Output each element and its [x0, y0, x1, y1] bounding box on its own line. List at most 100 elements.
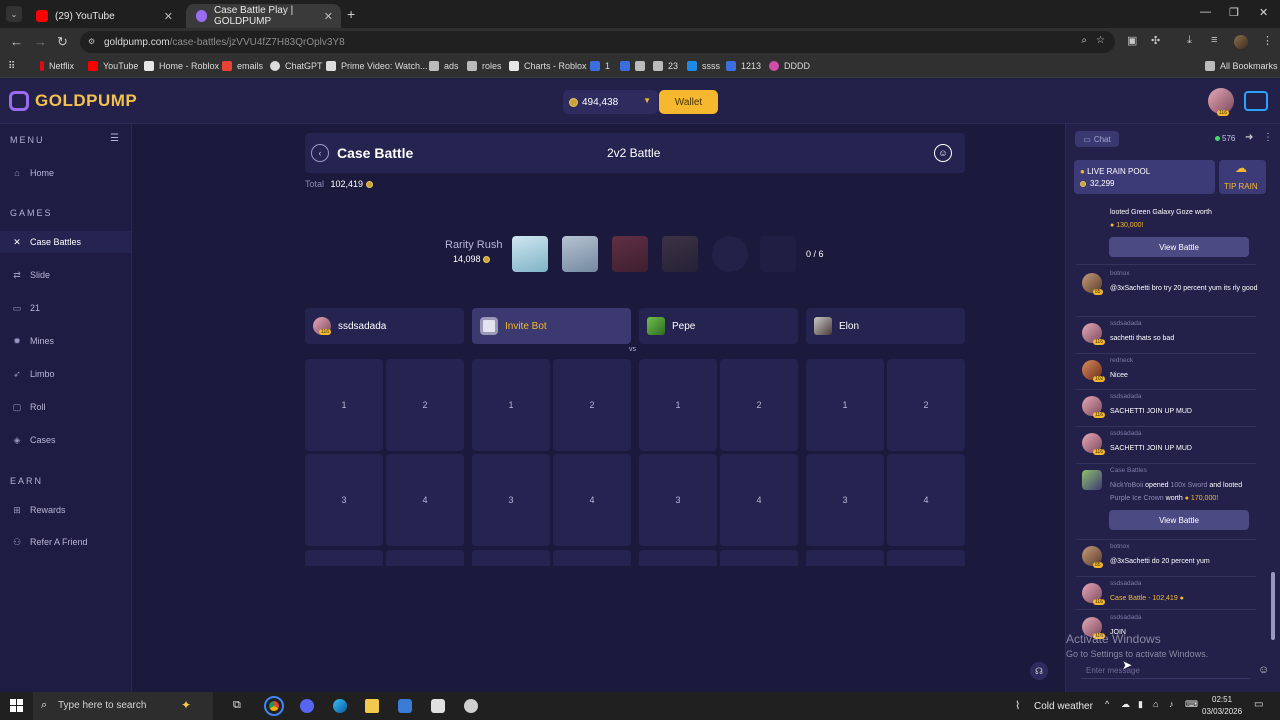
extension-icon[interactable]: ▣	[1127, 34, 1137, 47]
puzzle-icon[interactable]: ✣	[1151, 34, 1160, 47]
close-tab-icon[interactable]: ✕	[164, 10, 173, 23]
tray-chevron-icon[interactable]: ^	[1105, 699, 1109, 709]
view-battle-button[interactable]: View Battle	[1109, 237, 1249, 257]
case-image-2[interactable]	[562, 236, 598, 272]
sidebar-item-limbo[interactable]: ➶ Limbo	[0, 363, 131, 385]
chat-close-icon[interactable]: ⋮	[1263, 132, 1273, 143]
star-icon[interactable]: ☆	[1096, 35, 1105, 46]
vs-label: vs	[629, 346, 636, 353]
wallet-button[interactable]: Wallet	[659, 90, 718, 114]
avatar: 116	[313, 317, 331, 335]
bookmark-dddd[interactable]: DDDD	[769, 61, 810, 71]
roblox-icon[interactable]	[431, 699, 445, 713]
download-icon[interactable]: ⤓	[1187, 34, 1192, 47]
bookmark-ads[interactable]: ads	[429, 61, 459, 71]
volume-icon[interactable]: ♪	[1169, 699, 1174, 709]
chat-tab[interactable]: ▭ Chat	[1075, 131, 1119, 147]
tab-list-button[interactable]: ⌄	[6, 6, 22, 22]
chrome-icon[interactable]	[264, 696, 284, 716]
network-icon[interactable]: ☁	[1121, 699, 1130, 710]
roblox-studio-icon[interactable]	[398, 699, 412, 713]
chat-arrow-icon[interactable]: ➜	[1245, 132, 1253, 143]
tip-rain-button[interactable]: ☁ TIP RAIN	[1219, 160, 1266, 194]
sidebar-item-slide[interactable]: ⇄ Slide	[0, 264, 131, 286]
bookmark-netflix[interactable]: Netflix	[40, 61, 74, 71]
new-tab-button[interactable]: +	[347, 6, 355, 22]
sidebar-item-roll[interactable]: ▢ Roll	[0, 396, 131, 418]
sidebar-item-mines[interactable]: ✹ Mines	[0, 330, 131, 352]
slot-cell: 1	[305, 359, 383, 451]
tab-youtube[interactable]: (29) YouTube ✕	[26, 4, 181, 28]
chat-input[interactable]: Enter message	[1082, 663, 1250, 679]
invite-bot-button[interactable]: Invite Bot	[472, 308, 631, 344]
site-info-icon[interactable]: ⚙	[88, 37, 95, 46]
case-image-6[interactable]	[760, 236, 796, 272]
sidebar-item-rewards[interactable]: ⊞ Rewards	[0, 499, 131, 521]
file-explorer-icon[interactable]	[365, 699, 379, 713]
chat-toggle-button[interactable]	[1244, 91, 1268, 111]
bookmark-prime-video[interactable]: Prime Video: Watch...	[326, 61, 428, 71]
fairness-icon[interactable]: ☺	[934, 144, 952, 162]
apps-icon[interactable]: ⠿	[8, 61, 15, 72]
collapse-menu-icon[interactable]: ☰	[110, 133, 119, 144]
sidebar-item-home[interactable]: ⌂ Home	[0, 162, 131, 184]
clock-time[interactable]: 02:51	[1212, 695, 1232, 704]
zoom-icon[interactable]: ⌕	[1081, 35, 1087, 46]
weather-text[interactable]: Cold weather	[1034, 701, 1093, 712]
close-window-icon[interactable]: ✕	[1259, 6, 1268, 19]
bookmark-roles[interactable]: roles	[467, 61, 502, 71]
back-icon[interactable]: ←	[10, 34, 23, 49]
taskbar-search[interactable]: ⌕ Type here to search ✦	[33, 692, 213, 720]
close-tab-icon[interactable]: ✕	[324, 10, 333, 23]
battle-header: ‹ Case Battle 2v2 Battle ☺	[305, 133, 965, 173]
bookmark-home-roblox[interactable]: Home - Roblox	[144, 61, 219, 71]
bookmark-charts-roblox[interactable]: Charts - Roblox	[509, 61, 587, 71]
forward-icon[interactable]: →	[34, 34, 47, 49]
all-bookmarks[interactable]: All Bookmarks	[1205, 61, 1278, 71]
bookmark-youtube[interactable]: YouTube	[88, 61, 138, 71]
maximize-icon[interactable]: ❐	[1229, 6, 1239, 19]
bookmark-emails[interactable]: emails	[222, 61, 263, 71]
media-icon[interactable]: ≡	[1211, 34, 1217, 46]
sidebar-item-case-battles[interactable]: ✕ Case Battles	[0, 231, 131, 253]
menu-icon[interactable]: ⋮	[1262, 34, 1273, 47]
case-image-3[interactable]	[612, 236, 648, 272]
support-headset-icon[interactable]: ☊	[1030, 662, 1048, 680]
case-image-5[interactable]	[712, 236, 748, 272]
url-domain: goldpump.com	[104, 36, 170, 48]
view-battle-button[interactable]: View Battle	[1109, 510, 1249, 530]
case-image-1[interactable]	[512, 236, 548, 272]
sidebar-item-refer-a-friend[interactable]: ⚇ Refer A Friend	[0, 531, 131, 553]
onedrive-icon[interactable]: ⌂	[1153, 699, 1158, 709]
language-icon[interactable]: ⌨	[1185, 699, 1198, 710]
edge-icon[interactable]	[333, 699, 347, 713]
chat-scrollbar[interactable]	[1271, 572, 1275, 640]
windows-start-icon[interactable]	[10, 699, 23, 712]
app-icon[interactable]	[464, 699, 478, 713]
back-button[interactable]: ‹	[311, 144, 329, 162]
minimize-icon[interactable]: —	[1200, 6, 1211, 18]
emoji-icon[interactable]: ☺	[1258, 664, 1269, 676]
tab-goldpump[interactable]: Case Battle Play | GOLDPUMP ✕	[186, 4, 341, 28]
task-view-icon[interactable]: ⧉	[233, 699, 241, 712]
slot-cell: 3	[806, 454, 884, 546]
mic-icon[interactable]: ▮	[1138, 699, 1143, 710]
bookmark-23[interactable]: 23	[653, 61, 678, 71]
goldpump-logo[interactable]: GOLDPUMP	[9, 91, 137, 111]
bookmark-1[interactable]: 1	[590, 61, 610, 71]
sidebar-item-cases[interactable]: ◈ Cases	[0, 429, 131, 451]
discord-icon[interactable]	[300, 699, 314, 713]
sidebar-item-21[interactable]: ▭ 21	[0, 297, 131, 319]
balance-display[interactable]: 494,438 ▼	[563, 90, 658, 114]
bookmark-icon-only[interactable]	[620, 61, 650, 71]
clock-date[interactable]: 03/03/2026	[1202, 707, 1242, 716]
bookmark-1213[interactable]: 1213	[726, 61, 761, 71]
bookmark-chatgpt[interactable]: ChatGPT	[270, 61, 323, 71]
profile-avatar[interactable]	[1234, 35, 1248, 49]
case-image-4[interactable]	[662, 236, 698, 272]
case-battle-icon	[1082, 470, 1102, 490]
reload-icon[interactable]: ↻	[57, 34, 68, 50]
bookmark-ssss[interactable]: ssss	[687, 61, 720, 71]
address-bar[interactable]: ⚙ goldpump.com/case-battles/jzVVU4fZ7H83…	[80, 31, 1115, 53]
notification-icon[interactable]: ▭	[1254, 699, 1263, 710]
